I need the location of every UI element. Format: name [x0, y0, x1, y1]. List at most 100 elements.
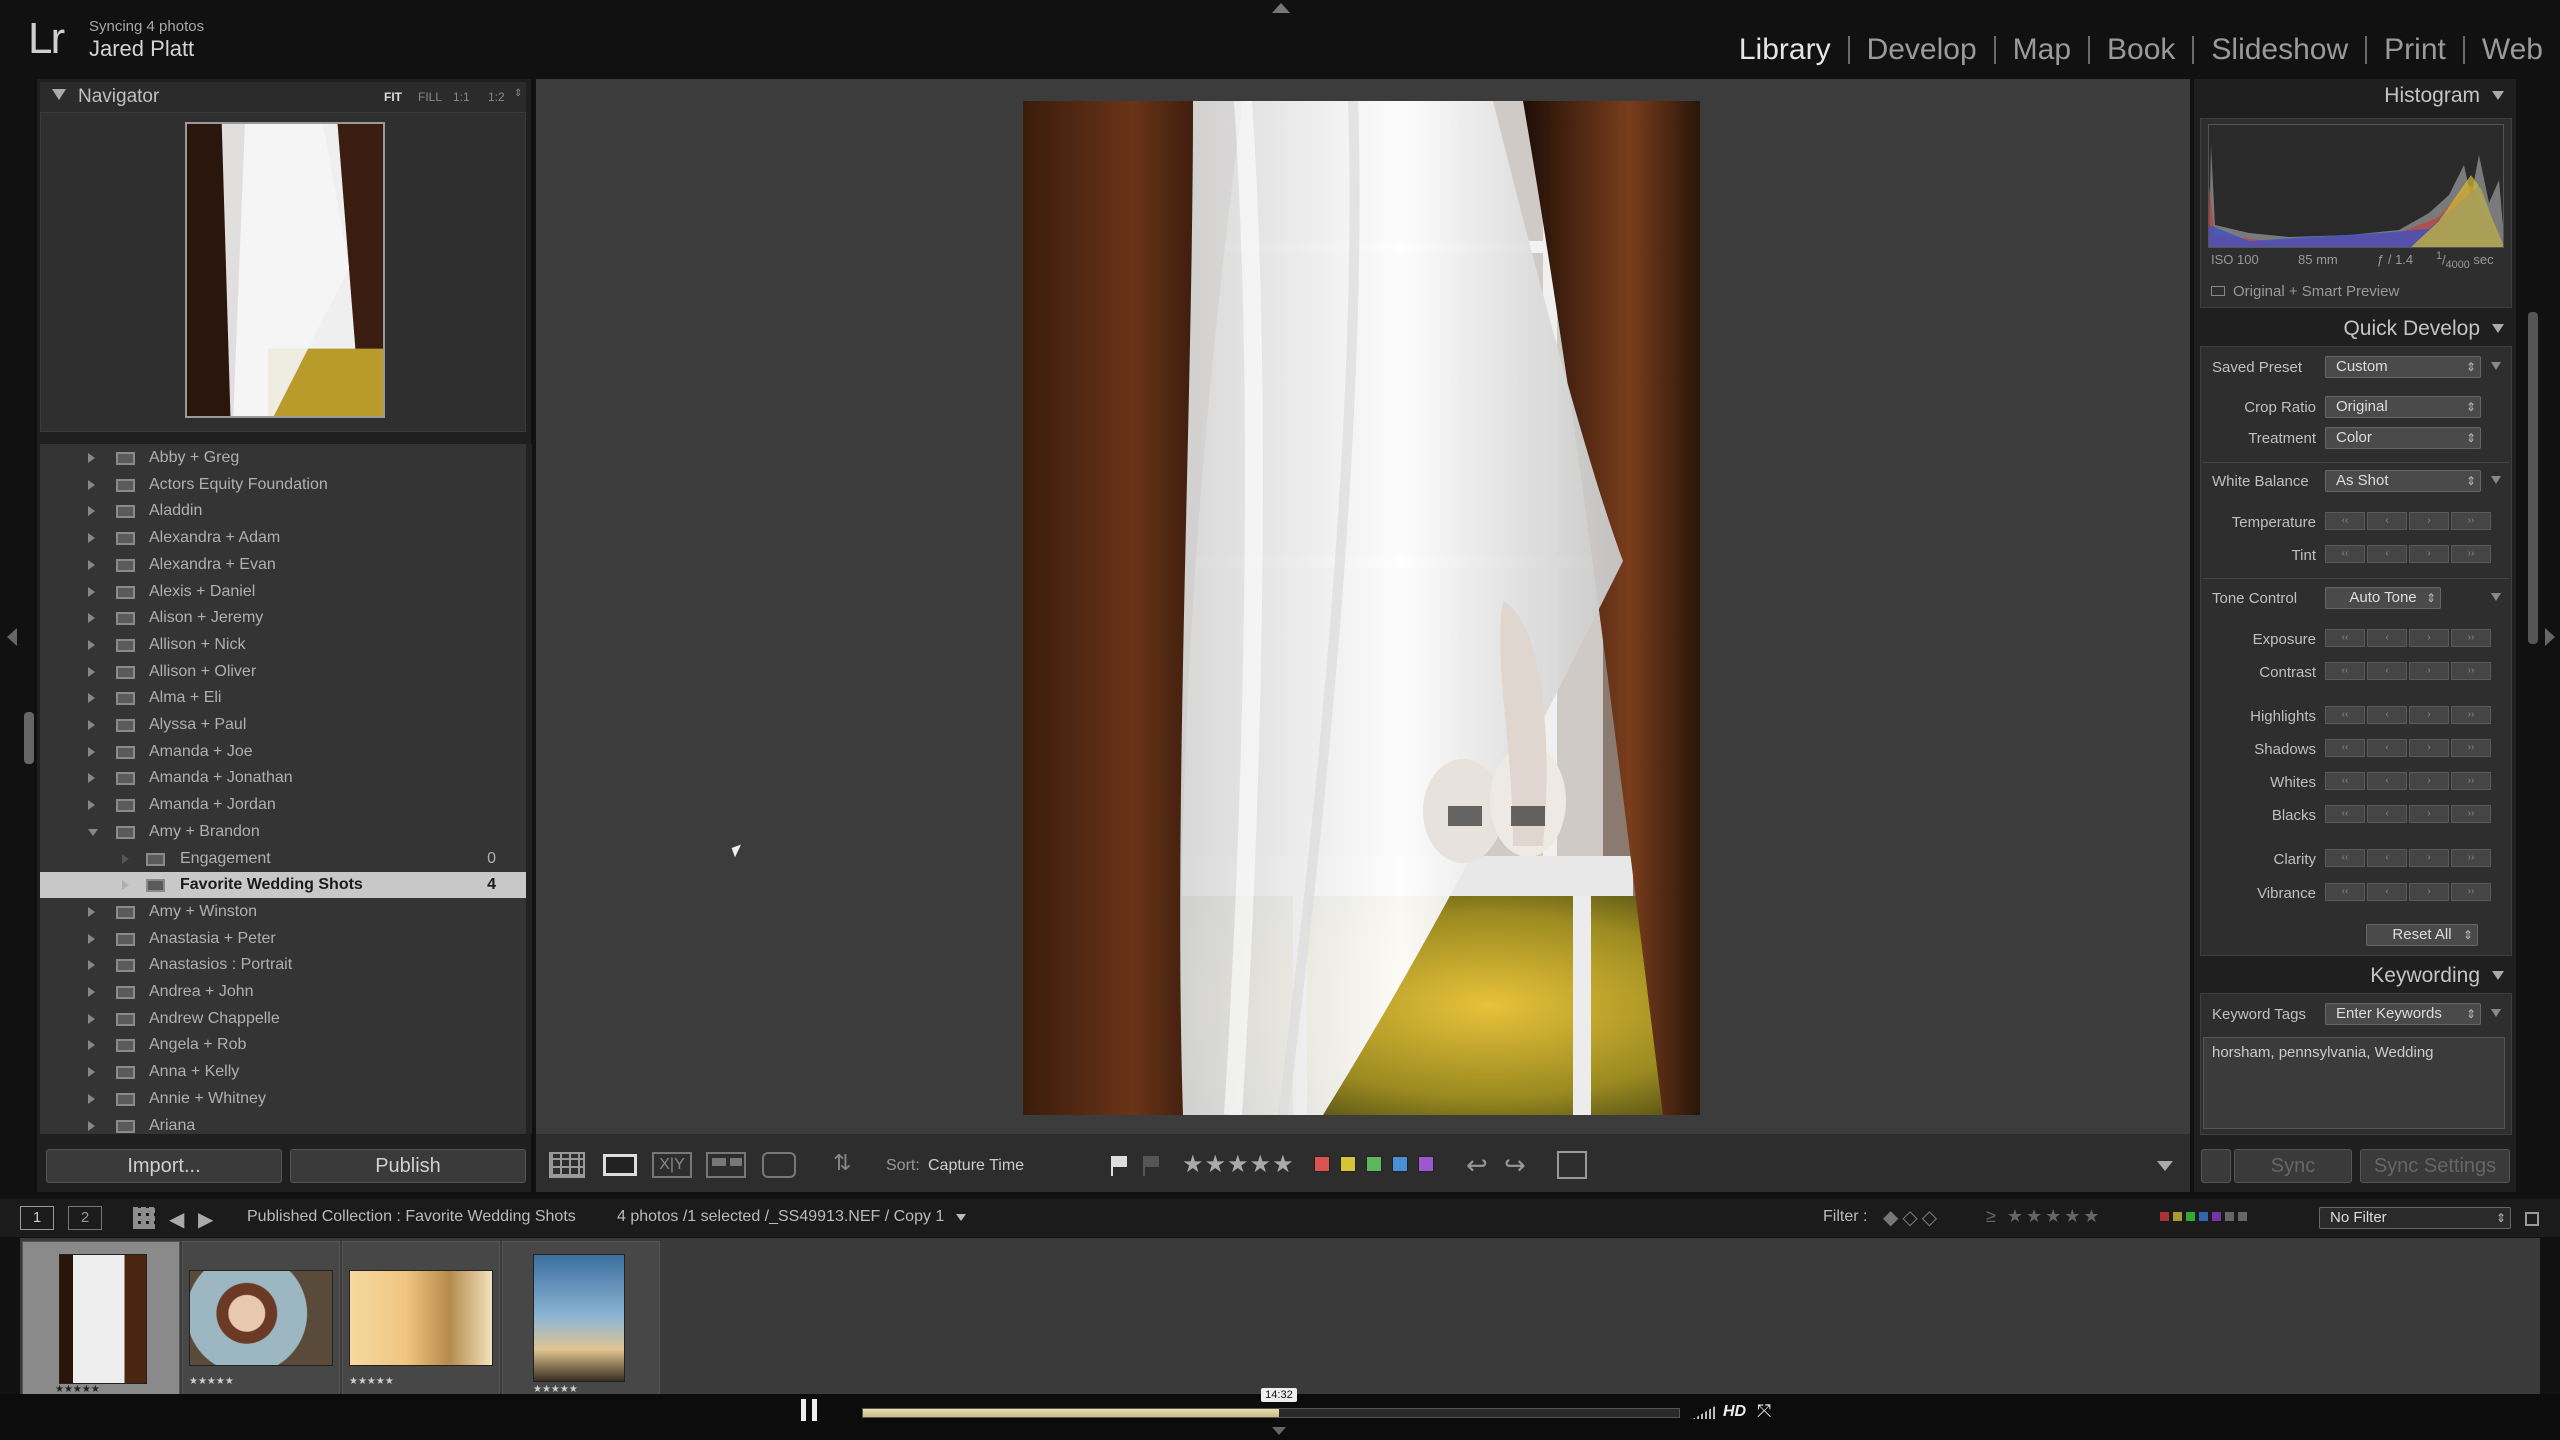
sort-direction-icon[interactable]: ⇅	[833, 1150, 851, 1176]
sort-value[interactable]: Capture Time	[928, 1157, 1024, 1175]
crop-ratio-select[interactable]: Original	[2325, 396, 2481, 418]
back-arrow-icon[interactable]: ◀	[169, 1207, 184, 1232]
keywording-expand-icon[interactable]	[2491, 1009, 2501, 1017]
main-photo[interactable]	[1023, 101, 1700, 1115]
collection-set-item[interactable]: Amy + Brandon	[40, 819, 526, 845]
white-balance-expand-icon[interactable]	[2491, 476, 2501, 484]
collection-set-item[interactable]: Alexis + Daniel	[40, 579, 526, 605]
collection-set-item[interactable]: Ariana	[40, 1113, 526, 1135]
collection-set-item[interactable]: Amanda + Jonathan	[40, 765, 526, 791]
tone-control-expand-icon[interactable]	[2491, 593, 2501, 601]
collapsed-triangle-icon[interactable]	[88, 613, 95, 624]
collection-set-item[interactable]: Andrea + John	[40, 979, 526, 1005]
collapsed-triangle-icon[interactable]	[88, 960, 95, 971]
collection-set-item[interactable]: Alexandra + Evan	[40, 552, 526, 578]
filmstrip-thumb-3[interactable]: ★★★★★	[342, 1241, 500, 1399]
collapsed-triangle-icon[interactable]	[88, 586, 95, 597]
quick-develop-header[interactable]: Quick Develop	[2194, 313, 2516, 345]
module-print[interactable]: Print	[2367, 33, 2463, 67]
exposure-stepper[interactable]: ‹‹ ‹ › ››	[2325, 629, 2491, 647]
filmstrip-source[interactable]: Published Collection : Favorite Wedding …	[247, 1208, 576, 1226]
rotate-right-icon[interactable]: ↪	[1504, 1150, 1526, 1181]
collapsed-triangle-icon[interactable]	[88, 693, 95, 704]
collection-set-item[interactable]: Alma + Eli	[40, 685, 526, 711]
filmstrip-thumb-1[interactable]: ★★★★★	[22, 1241, 180, 1399]
collapsed-triangle-icon[interactable]	[122, 880, 129, 891]
keyword-tags-select[interactable]: Enter Keywords	[2325, 1003, 2481, 1025]
collapsed-triangle-icon[interactable]	[88, 506, 95, 517]
collapsed-triangle-icon[interactable]	[88, 639, 95, 650]
temperature-stepper[interactable]: ‹‹ ‹ › ››	[2325, 512, 2491, 530]
video-progress-track[interactable]	[862, 1408, 1680, 1418]
zoom-1-1[interactable]: 1:1	[453, 90, 470, 104]
keywording-header[interactable]: Keywording	[2194, 960, 2516, 992]
filter-preset-select[interactable]: No Filter	[2319, 1207, 2511, 1229]
module-slideshow[interactable]: Slideshow	[2194, 33, 2365, 67]
published-collection-item[interactable]: Engagement 0	[40, 846, 526, 872]
collection-set-item[interactable]: Abby + Greg	[40, 445, 526, 471]
saved-preset-select[interactable]: Custom	[2325, 356, 2481, 378]
hd-button[interactable]: HD	[1723, 1403, 1746, 1421]
filter-color-labels[interactable]	[2160, 1212, 2247, 1221]
collapse-triangle-icon[interactable]	[52, 89, 66, 100]
auto-sync-toggle[interactable]	[2201, 1149, 2231, 1183]
navigator-header[interactable]: Navigator FIT FILL 1:1 1:2 ⇕	[40, 82, 526, 112]
survey-view-icon[interactable]	[706, 1152, 746, 1178]
sync-button[interactable]: Sync	[2234, 1149, 2352, 1183]
treatment-select[interactable]: Color	[2325, 427, 2481, 449]
module-web[interactable]: Web	[2465, 33, 2560, 67]
publish-button[interactable]: Publish	[290, 1149, 526, 1183]
compare-view-icon[interactable]: X|Y	[652, 1152, 692, 1178]
collapsed-triangle-icon[interactable]	[88, 906, 95, 917]
grid-icon[interactable]	[133, 1207, 155, 1229]
import-button[interactable]: Import...	[46, 1149, 282, 1183]
published-collection-item[interactable]: Favorite Wedding Shots 4	[40, 872, 526, 899]
loupe-view-icon[interactable]	[603, 1154, 637, 1176]
color-label-swatch[interactable]	[1340, 1156, 1356, 1172]
collection-set-item[interactable]: Anastasios : Portrait	[40, 952, 526, 978]
auto-tone-button[interactable]: Auto Tone	[2325, 587, 2441, 609]
left-panel-scroll-handle[interactable]	[24, 712, 34, 764]
filter-flags-icon[interactable]: ◆◇◇	[1883, 1205, 1941, 1230]
collection-set-item[interactable]: Andrew Chappelle	[40, 1006, 526, 1032]
keywords-textarea[interactable]: horsham, pennsylvania, Wedding	[2203, 1037, 2505, 1129]
rating-stars-icon[interactable]: ★★★★★	[1182, 1150, 1295, 1179]
collapse-top-panel-arrow-icon[interactable]	[1272, 3, 1290, 13]
collapsed-triangle-icon[interactable]	[88, 746, 95, 757]
collection-set-item[interactable]: Anastasia + Peter	[40, 926, 526, 952]
saved-preset-expand-icon[interactable]	[2491, 362, 2501, 370]
collapsed-triangle-icon[interactable]	[88, 559, 95, 570]
secondary-window-button[interactable]: 2	[68, 1206, 102, 1230]
fullscreen-icon[interactable]: ⤧	[1757, 1401, 1771, 1422]
toolbar-options-icon[interactable]	[2157, 1161, 2173, 1171]
collection-set-item[interactable]: Annie + Whitney	[40, 1086, 526, 1112]
collection-set-item[interactable]: Alison + Jeremy	[40, 605, 526, 631]
pick-flag-icon[interactable]	[1111, 1156, 1129, 1176]
collection-set-item[interactable]: Aladdin	[40, 498, 526, 524]
blacks-stepper[interactable]: ‹‹ ‹ › ››	[2325, 805, 2491, 823]
collection-set-item[interactable]: Alexandra + Adam	[40, 525, 526, 551]
collapsed-triangle-icon[interactable]	[122, 853, 129, 864]
shadows-stepper[interactable]: ‹‹ ‹ › ››	[2325, 739, 2491, 757]
color-label-swatch[interactable]	[1314, 1156, 1330, 1172]
collapsed-triangle-icon[interactable]	[88, 1067, 95, 1078]
collapsed-triangle-icon[interactable]	[88, 1093, 95, 1104]
grid-view-icon[interactable]	[549, 1152, 585, 1178]
highlights-stepper[interactable]: ‹‹ ‹ › ››	[2325, 706, 2491, 724]
module-library[interactable]: Library	[1722, 33, 1848, 67]
zoom-1-2[interactable]: 1:2	[488, 90, 505, 104]
collection-set-item[interactable]: Alyssa + Paul	[40, 712, 526, 738]
whites-stepper[interactable]: ‹‹ ‹ › ››	[2325, 772, 2491, 790]
white-balance-select[interactable]: As Shot	[2325, 470, 2481, 492]
color-label-swatch[interactable]	[1418, 1156, 1434, 1172]
sync-settings-button[interactable]: Sync Settings	[2360, 1149, 2510, 1183]
filmstrip-info-dropdown-icon[interactable]	[956, 1214, 966, 1221]
collection-scrollbar[interactable]	[526, 444, 532, 1134]
filter-lock-icon[interactable]	[2525, 1212, 2539, 1226]
right-panel-scrollbar[interactable]	[2528, 312, 2538, 644]
collapsed-triangle-icon[interactable]	[88, 1120, 95, 1131]
forward-arrow-icon[interactable]: ▶	[198, 1207, 213, 1232]
filmstrip-thumb-2[interactable]: ★★★★★	[182, 1241, 340, 1399]
zoom-stepper-icon[interactable]: ⇕	[514, 88, 522, 99]
rotate-left-icon[interactable]: ↩	[1466, 1150, 1488, 1181]
